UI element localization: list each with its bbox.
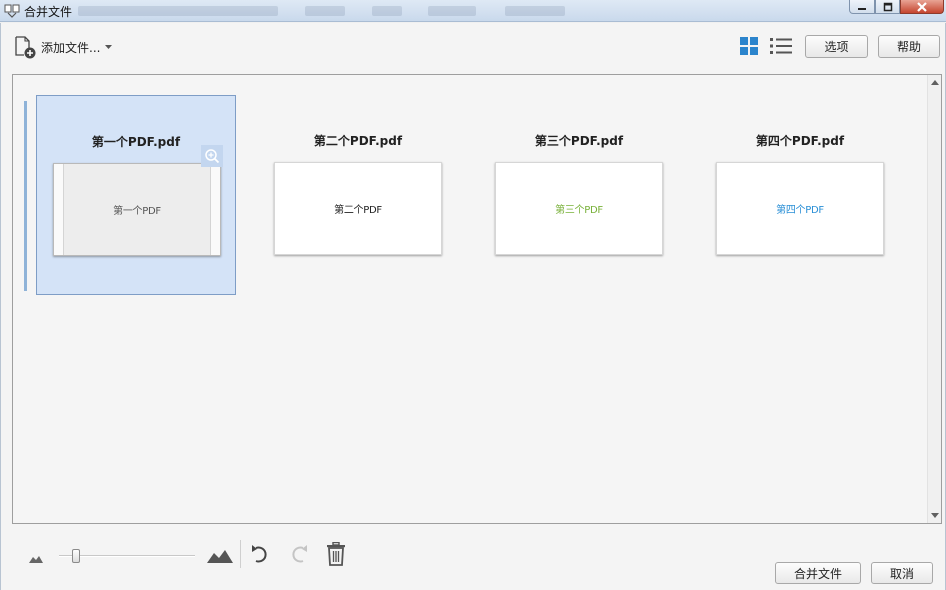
- file-thumbnail[interactable]: 第三个PDF: [495, 162, 663, 255]
- page-preview-text: 第一个PDF: [113, 206, 161, 217]
- slider-thumb[interactable]: [72, 549, 80, 563]
- help-button[interactable]: 帮助: [878, 35, 940, 58]
- zoom-in-icon: [205, 149, 220, 164]
- page-preview-text: 第二个PDF: [334, 205, 382, 216]
- thumbnail-size-slider[interactable]: [59, 549, 195, 563]
- file-name: 第三个PDF.pdf: [534, 134, 624, 148]
- list-view-icon[interactable]: [770, 37, 792, 55]
- merge-files-button[interactable]: 合并文件: [775, 562, 861, 584]
- background-window-text: [78, 6, 278, 16]
- large-thumbnail-icon[interactable]: [207, 549, 233, 563]
- file-name: 第四个PDF.pdf: [755, 134, 845, 148]
- add-files-button[interactable]: 添加文件...: [13, 35, 113, 59]
- vertical-scrollbar[interactable]: [927, 75, 941, 523]
- title-bar: 合并文件: [0, 0, 946, 22]
- minimize-icon: [858, 7, 866, 10]
- merge-app-icon: [4, 4, 20, 18]
- zoom-preview-button[interactable]: [201, 145, 223, 167]
- file-thumbnail[interactable]: 第四个PDF: [716, 162, 884, 255]
- file-thumbnail[interactable]: 第二个PDF: [274, 162, 442, 255]
- maximize-button[interactable]: [875, 0, 900, 14]
- minimize-button[interactable]: [849, 0, 875, 14]
- chevron-down-icon[interactable]: [104, 44, 113, 50]
- thumbnail-right-page: [210, 164, 220, 255]
- background-window-text: [305, 6, 345, 16]
- cancel-button[interactable]: 取消: [871, 562, 933, 584]
- add-file-icon: [15, 36, 36, 59]
- window-title: 合并文件: [24, 5, 73, 19]
- maximize-icon: [883, 2, 892, 11]
- file-thumbnail-panel: 第一个PDF.pdf 第一个PDF 第二个PDF.pdf 第二个PDF 第三个P…: [12, 74, 942, 524]
- toolbar-separator: [240, 540, 241, 568]
- file-name: 第二个PDF.pdf: [313, 134, 403, 148]
- file-card-1[interactable]: 第一个PDF.pdf 第一个PDF: [36, 95, 236, 295]
- page-preview-text: 第三个PDF: [555, 205, 603, 216]
- background-window-text: [428, 6, 476, 16]
- file-thumbnail[interactable]: 第一个PDF: [53, 163, 221, 256]
- delete-icon[interactable]: [325, 542, 347, 566]
- thumbnail-left-page: [54, 164, 64, 255]
- scroll-down-arrow-icon[interactable]: [931, 513, 939, 518]
- file-card-3[interactable]: 第三个PDF.pdf 第三个PDF: [479, 95, 679, 295]
- add-files-label: 添加文件...: [41, 40, 101, 55]
- close-button[interactable]: [900, 0, 944, 14]
- toolbar: 添加文件... 选项 帮助: [1, 23, 945, 71]
- small-thumbnail-icon[interactable]: [29, 554, 43, 563]
- background-window-text: [505, 6, 565, 16]
- undo-icon[interactable]: [250, 543, 272, 565]
- file-card-2[interactable]: 第二个PDF.pdf 第二个PDF: [258, 95, 458, 295]
- merge-dialog: 添加文件... 选项 帮助 第一个PDF.pdf 第一个PDF 第二个PDF.p…: [0, 23, 946, 590]
- scroll-up-arrow-icon[interactable]: [931, 80, 939, 85]
- close-icon: [917, 1, 927, 12]
- file-card-4[interactable]: 第四个PDF.pdf 第四个PDF: [700, 95, 900, 295]
- options-button[interactable]: 选项: [805, 35, 868, 58]
- page-preview-text: 第四个PDF: [776, 205, 824, 216]
- grid-view-icon[interactable]: [739, 37, 759, 55]
- background-window-text: [372, 6, 402, 16]
- redo-icon[interactable]: [287, 543, 309, 565]
- bottom-bar: 合并文件 取消: [1, 528, 945, 588]
- insertion-marker: [24, 101, 27, 291]
